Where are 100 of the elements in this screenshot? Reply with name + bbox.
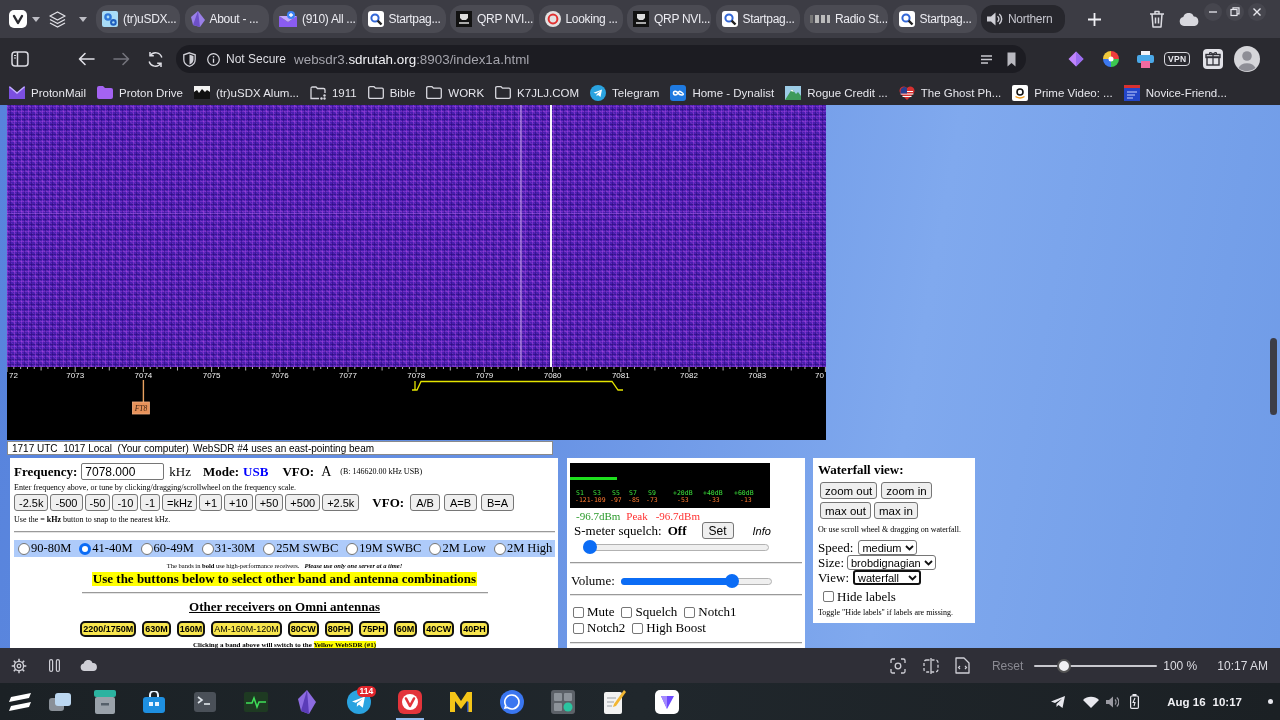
band-button[interactable]: 40CW [423,621,455,637]
triangle-logo-icon[interactable] [654,689,679,714]
info-link[interactable]: Info [752,524,771,537]
reader-icon[interactable] [981,54,992,64]
tune-button[interactable]: +1 [199,494,222,511]
calculator-icon[interactable] [551,689,575,714]
set-button[interactable]: Set [701,522,734,539]
cloud-icon[interactable] [80,660,97,671]
band-label[interactable]: 31-30M [214,541,256,556]
minimize-icon[interactable] [1204,3,1222,21]
browser-tab[interactable]: About - ... [184,5,269,33]
option-label[interactable]: Notch1 [698,604,737,620]
bookmark-item[interactable]: Home - Dynalist [670,84,775,101]
checkbox[interactable] [632,622,644,634]
browser-tab[interactable]: Startpag... [892,5,977,33]
dot-icon[interactable] [1268,699,1273,704]
paper-plane-icon[interactable] [1051,695,1066,708]
tune-button[interactable]: +500 [285,494,321,511]
zoom-slider[interactable] [1034,658,1158,673]
tune-button[interactable]: +50 [254,494,284,511]
volume-slider[interactable] [620,574,772,588]
close-icon[interactable] [1248,3,1266,21]
bookmark-item[interactable]: WORK [426,86,485,99]
diamond-icon[interactable] [1068,51,1084,67]
tune-button[interactable]: +2.5k [322,494,360,511]
radio-button[interactable] [140,542,153,555]
frequency-input[interactable]: 7078.000 [81,463,165,480]
tray-time[interactable]: 10:17 [1212,695,1242,708]
caret-icon[interactable] [79,16,87,22]
browser-tab[interactable]: QRP NVI... [627,5,711,33]
browser-tab[interactable]: Northern [981,5,1065,33]
checkbox[interactable] [573,622,584,634]
scrollbar-thumb[interactable] [1270,338,1277,415]
option-label[interactable]: High Boost [646,620,706,636]
battery-icon[interactable] [1130,694,1140,709]
band-button[interactable]: AM-160M-120M [211,621,282,637]
option-label[interactable]: Squelch [635,604,678,620]
avatar-icon[interactable] [1234,46,1261,72]
band-button[interactable]: 630M [142,621,171,637]
plus-icon[interactable] [1088,12,1101,26]
browser-tab[interactable]: Startpag... [715,5,800,33]
bookmark-item[interactable]: ProtonMail [9,86,86,99]
tune-button[interactable]: =kHz [162,494,198,511]
tune-button[interactable]: -10 [112,494,139,511]
band-label[interactable]: 19M SWBC [359,541,422,556]
band-label[interactable]: 2M High [506,541,553,556]
waterfall-display[interactable] [7,105,826,367]
band-label[interactable]: 25M SWBC [276,541,339,556]
band-button[interactable]: 2200/1750M [80,621,137,637]
browser-tab[interactable]: QRP NVI... [450,5,534,33]
band-label[interactable]: 41-40M [92,541,133,556]
bookmark-item[interactable]: Proton Drive [96,86,183,99]
radio-button[interactable] [429,542,442,555]
dropdown-select[interactable]: medium [858,540,917,555]
radio-button[interactable] [493,542,506,555]
trash-icon[interactable] [1149,10,1165,28]
speech-bubble-icon[interactable] [499,689,524,714]
url-text[interactable]: websdr3.sdrutah.org:8903/index1a.html [294,51,530,67]
band-button[interactable]: 80PH [324,621,354,637]
bookmark-item[interactable]: K7JLJ.COM [495,86,580,99]
windows-icon[interactable] [49,692,71,711]
tune-button[interactable]: -50 [84,494,111,511]
site-info-button[interactable]: Not Secure [207,52,287,66]
sidebar-icon[interactable] [11,51,29,67]
bookmark-icon[interactable] [1007,51,1016,67]
notepad-icon[interactable] [604,689,626,714]
checkbox[interactable] [684,606,696,618]
browser-tab[interactable]: (tr)uSDX... [96,5,180,33]
bookmark-item[interactable]: Telegram [590,84,660,101]
checkbox[interactable] [621,606,633,618]
bookmark-item[interactable]: 1911 [309,85,357,100]
layers-icon[interactable] [49,10,66,28]
passband-outline[interactable] [411,380,624,391]
browser-tab[interactable]: Startpag... [361,5,446,33]
pause-icon[interactable] [49,659,60,672]
wifi-icon[interactable] [1083,695,1100,708]
slider-thumb[interactable] [583,540,597,554]
printer-icon[interactable] [1137,50,1154,68]
slider-thumb[interactable] [724,574,739,588]
vfo-button[interactable]: B=A [481,494,515,511]
browser-tab[interactable]: Radio St... [804,5,888,33]
v-logo-icon[interactable] [9,10,27,28]
checkbox[interactable] [573,606,584,618]
view-button[interactable]: max in [873,502,918,519]
option-label[interactable]: Mute [587,604,615,620]
tune-button[interactable]: +10 [224,494,253,511]
view-button[interactable]: max out [820,502,871,519]
v-logo-icon[interactable] [397,689,422,714]
file-cabinet-icon[interactable] [93,689,116,714]
arrow-left-icon[interactable] [78,52,95,66]
crystal-icon[interactable] [298,689,316,714]
view-button[interactable]: zoom in [881,482,932,499]
band-label[interactable]: 60-49M [153,541,194,556]
reset-button[interactable]: Reset [991,658,1024,673]
shield-icon[interactable] [183,51,196,67]
launcher-icon[interactable] [8,692,31,711]
tune-button[interactable]: -2.5k [14,494,49,511]
bookmark-item[interactable]: The Ghost Ph... [898,84,1002,101]
reload-icon[interactable] [147,50,164,68]
dropdown-select[interactable]: brobdignagian [847,555,936,570]
